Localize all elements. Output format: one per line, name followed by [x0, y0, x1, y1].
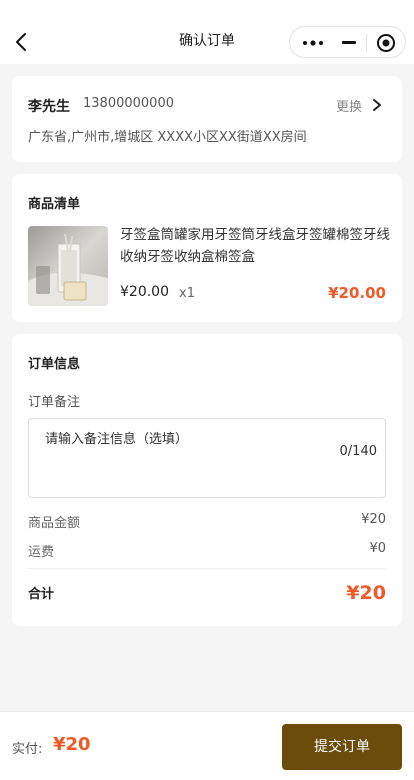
goods-amount-value: ¥20 [361, 512, 386, 527]
product-image[interactable] [28, 226, 108, 306]
order-info-card: 订单信息 订单备注 请输入备注信息（选填） 0/140 商品金额 ¥20 运费 … [12, 334, 402, 626]
change-address-link[interactable]: 更换 [336, 96, 362, 115]
total-label: 合计 [28, 587, 55, 602]
more-dots-icon[interactable] [302, 37, 326, 49]
goods-card: 商品清单 牙签盒筒罐家用牙签筒牙线盒牙签罐棉签牙线收纳牙签收纳盒棉签盒 ¥20.… [12, 174, 402, 322]
shipping-label: 运费 [28, 545, 55, 560]
bottom-bar: 实付: ¥20 提交订单 [0, 711, 414, 780]
target-close-icon[interactable] [376, 33, 396, 53]
remark-label: 订单备注 [28, 395, 81, 410]
product-price: ¥20.00 [120, 284, 169, 300]
address-card[interactable]: 李先生 13800000000 更换 广东省,广州市,增城区 XXXX小区XX街… [12, 76, 402, 162]
shipping-value: ¥0 [369, 541, 386, 556]
product-name: 牙签盒筒罐家用牙签筒牙线盒牙签罐棉签牙线收纳牙签收纳盒棉签盒 [120, 227, 390, 265]
product-subtotal: ¥20.00 [328, 284, 386, 302]
mini-program-capsule [289, 26, 406, 58]
pay-amount: ¥20 [53, 734, 91, 755]
address-detail: 广东省,广州市,增城区 XXXX小区XX街道XX房间 [28, 130, 307, 145]
chevron-right-icon[interactable] [372, 98, 382, 112]
goods-section-title: 商品清单 [28, 197, 81, 212]
total-value: ¥20 [346, 582, 386, 604]
capsule-divider [366, 34, 367, 52]
recipient-phone: 13800000000 [83, 96, 174, 111]
remark-textarea[interactable]: 请输入备注信息（选填） 0/140 [28, 418, 386, 498]
remark-char-count: 0/140 [339, 444, 377, 459]
recipient-name: 李先生 [28, 99, 70, 115]
submit-order-button[interactable]: 提交订单 [282, 724, 402, 770]
divider [28, 568, 386, 569]
goods-amount-label: 商品金额 [28, 516, 81, 531]
minimize-icon[interactable] [342, 41, 356, 44]
product-quantity: x1 [179, 286, 195, 301]
remark-placeholder: 请输入备注信息（选填） [45, 432, 189, 447]
order-info-title: 订单信息 [28, 357, 81, 372]
nav-bar: 确认订单 [0, 0, 414, 64]
pay-label: 实付: [12, 742, 43, 757]
